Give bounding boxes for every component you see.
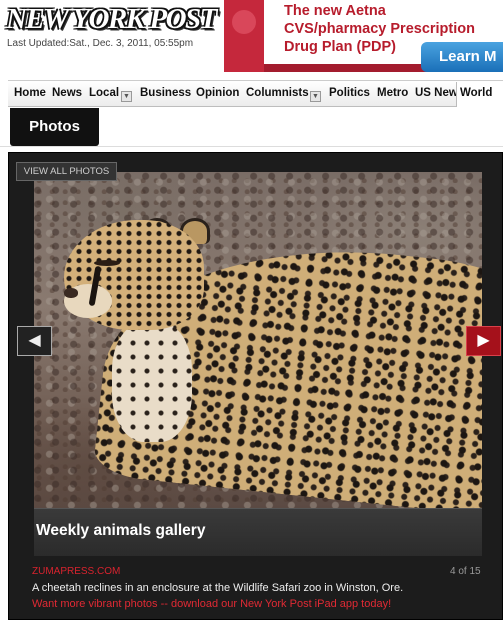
cheetah-nose xyxy=(64,288,78,298)
gallery-photo[interactable] xyxy=(34,172,482,508)
view-all-photos-button[interactable]: VIEW ALL PHOTOS xyxy=(16,162,117,181)
nav-item-world-tab[interactable]: World xyxy=(456,82,503,107)
arrow-right-icon: ▶ xyxy=(477,332,490,349)
nav-item-home[interactable]: Home xyxy=(14,87,46,99)
arrow-left-icon: ◀ xyxy=(28,332,41,349)
last-updated-text: Last Updated:Sat., Dec. 3, 2011, 05:55pm xyxy=(7,38,194,49)
nav-item-local[interactable]: Local xyxy=(89,87,119,99)
nav-item-news[interactable]: News xyxy=(52,87,82,99)
photo-credit: ZUMAPRESS.COM xyxy=(32,566,121,577)
ipad-app-promo-link[interactable]: Want more vibrant photos -- download our… xyxy=(32,598,391,610)
nav-item-opinion[interactable]: Opinion xyxy=(196,87,239,99)
cheetah-chest xyxy=(112,322,192,442)
ad-learn-more-button[interactable]: Learn M xyxy=(421,42,503,72)
local-chevron-down-icon[interactable]: ▼ xyxy=(121,91,132,102)
main-nav: Home News Local ▼ Business Opinion Colum… xyxy=(8,80,503,107)
new-york-post-logo[interactable]: NEW YORK POST xyxy=(6,4,217,34)
ad-brand-graphic xyxy=(224,0,264,72)
tab-photos[interactable]: Photos xyxy=(10,108,99,146)
cheetah-eye xyxy=(94,260,120,266)
nav-item-metro[interactable]: Metro xyxy=(377,87,408,99)
nav-item-politics[interactable]: Politics xyxy=(329,87,370,99)
photo-counter: 4 of 15 xyxy=(450,566,481,577)
gallery-title: Weekly animals gallery xyxy=(36,522,206,539)
columnists-chevron-down-icon[interactable]: ▼ xyxy=(310,91,321,102)
nav-item-world[interactable]: World xyxy=(460,87,492,99)
previous-photo-button[interactable]: ◀ xyxy=(17,326,52,356)
photo-description: A cheetah reclines in an enclosure at th… xyxy=(32,582,404,594)
nav-item-business[interactable]: Business xyxy=(140,87,191,99)
next-photo-button[interactable]: ▶ xyxy=(466,326,501,356)
nav-item-columnists[interactable]: Columnists xyxy=(246,87,309,99)
